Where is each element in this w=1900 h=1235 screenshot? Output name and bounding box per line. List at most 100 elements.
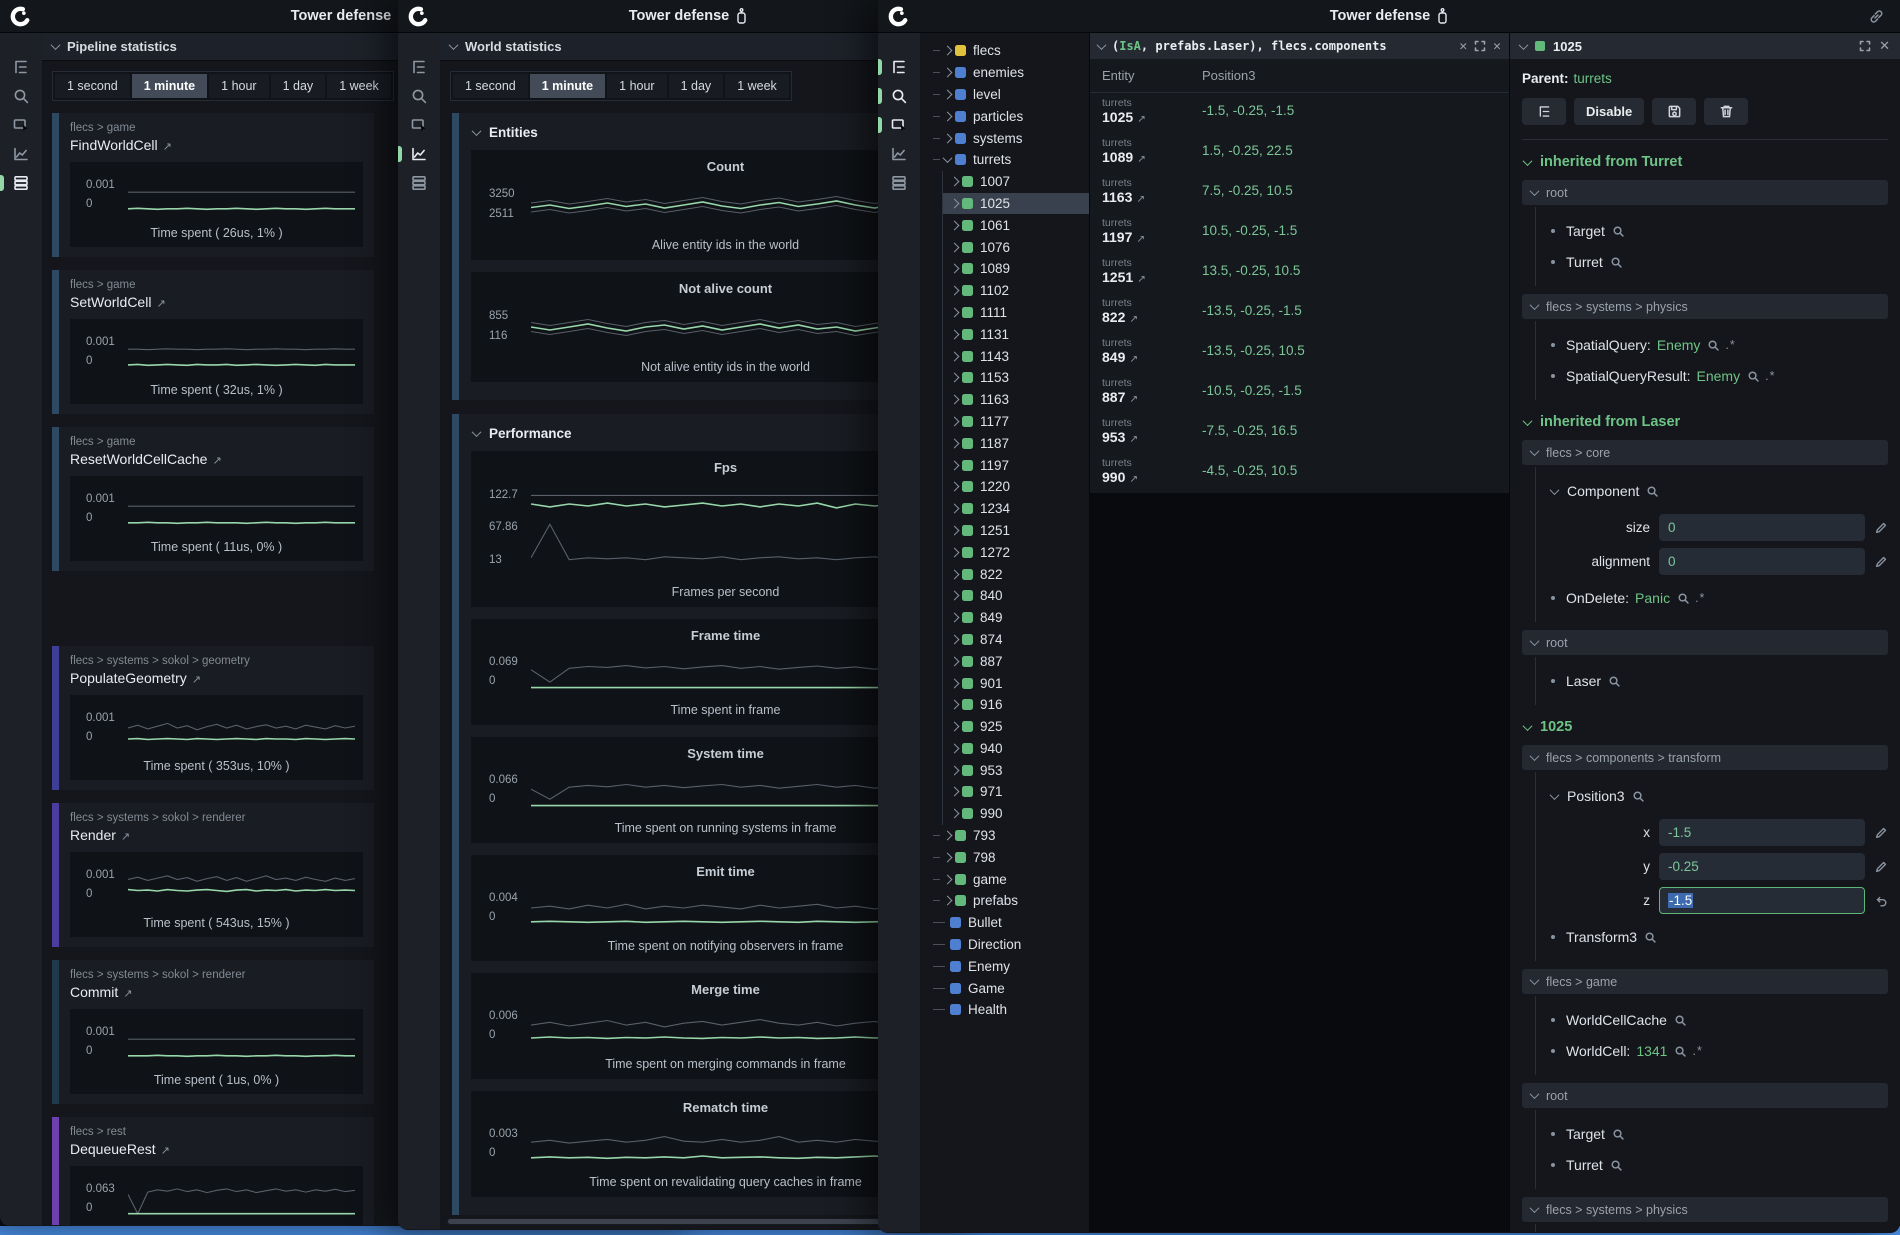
close-icon[interactable]: ✕: [1493, 39, 1501, 54]
sidebar-inspector-icon[interactable]: [0, 110, 42, 139]
field-input-alignment[interactable]: 0: [1659, 548, 1865, 575]
query-result-row[interactable]: turrets822↗-13.5, -0.25, -1.5: [1090, 293, 1509, 333]
tree-item-1220[interactable]: 1220: [943, 476, 1089, 498]
open-link-icon[interactable]: ↗: [163, 141, 172, 153]
expand-chevron-icon[interactable]: [950, 199, 960, 209]
sidebar-search-icon[interactable]: [878, 81, 920, 110]
sidebar-data-icon[interactable]: [878, 168, 920, 197]
field-input-size[interactable]: 0: [1659, 514, 1865, 541]
query-result-row[interactable]: turrets887↗-10.5, -0.25, -1.5: [1090, 373, 1509, 413]
open-link-icon[interactable]: ↗: [1137, 153, 1146, 165]
entity-id-link[interactable]: 1163↗: [1102, 189, 1202, 205]
tab-1-hour[interactable]: 1 hour: [607, 74, 666, 98]
entity-id-link[interactable]: 1025↗: [1102, 109, 1202, 125]
tree-item-971[interactable]: 971: [943, 781, 1089, 803]
component-item-Transform3[interactable]: Transform3: [1551, 929, 1888, 945]
tree-item-1131[interactable]: 1131: [943, 323, 1089, 345]
search-icon[interactable]: [1639, 485, 1659, 498]
open-link-icon[interactable]: ↗: [1136, 193, 1145, 205]
tree-item-925[interactable]: 925: [943, 716, 1089, 738]
open-link-icon[interactable]: ↗: [1129, 393, 1138, 405]
expand-chevron-icon[interactable]: [943, 852, 953, 862]
component-group-root[interactable]: root: [1522, 180, 1888, 205]
field-input-x[interactable]: -1.5: [1659, 819, 1865, 846]
expand-chevron-icon[interactable]: [950, 308, 960, 318]
tree-item-940[interactable]: 940: [943, 738, 1089, 760]
tab-1-second[interactable]: 1 second: [55, 74, 130, 98]
tree-item-level[interactable]: level: [920, 84, 1089, 106]
tree-item-1061[interactable]: 1061: [943, 214, 1089, 236]
component-value-link[interactable]: Enemy: [1697, 368, 1741, 384]
component-value-link[interactable]: Enemy: [1657, 337, 1701, 353]
component-item-WorldCell[interactable]: WorldCell:1341.*: [1551, 1043, 1888, 1059]
tree-item-1234[interactable]: 1234: [943, 498, 1089, 520]
expand-chevron-icon[interactable]: [950, 569, 960, 579]
open-link-icon[interactable]: ↗: [1136, 233, 1145, 245]
expand-chevron-icon[interactable]: [950, 177, 960, 187]
expand-chevron-icon[interactable]: [943, 111, 953, 121]
expand-chevron-icon[interactable]: [950, 722, 960, 732]
expand-chevron-icon[interactable]: [950, 634, 960, 644]
tree-item-901[interactable]: 901: [943, 672, 1089, 694]
tree-item-798[interactable]: 798: [920, 846, 1089, 868]
sidebar-data-icon[interactable]: [398, 168, 440, 197]
tree-item-822[interactable]: 822: [943, 563, 1089, 585]
entity-id-link[interactable]: 822↗: [1102, 309, 1202, 325]
component-group-flecs-components-transform[interactable]: flecs > components > transform: [1522, 745, 1888, 770]
field-input-z[interactable]: -1.5: [1659, 887, 1865, 914]
tree-item-793[interactable]: 793: [920, 825, 1089, 847]
open-link-icon[interactable]: ↗: [212, 455, 221, 467]
system-name[interactable]: SetWorldCell: [70, 294, 151, 310]
search-icon[interactable]: [1667, 1014, 1687, 1027]
system-name[interactable]: ResetWorldCellCache: [70, 451, 207, 467]
tree-item-990[interactable]: 990: [943, 803, 1089, 825]
component-group-root[interactable]: root: [1522, 1083, 1888, 1108]
expand-chevron-icon[interactable]: [950, 329, 960, 339]
sidebar-data-icon[interactable]: [0, 168, 42, 197]
search-icon[interactable]: [1605, 225, 1625, 238]
edit-pencil-icon[interactable]: [1874, 860, 1888, 874]
maximize-icon[interactable]: [1859, 40, 1871, 52]
tree-item-game[interactable]: game: [920, 868, 1089, 890]
search-icon[interactable]: [1625, 790, 1645, 803]
tree-item-Enemy[interactable]: Enemy: [920, 955, 1089, 977]
sidebar-tree-icon[interactable]: [0, 52, 42, 81]
share-link-icon[interactable]: [1868, 8, 1886, 26]
expand-chevron-icon[interactable]: [950, 787, 960, 797]
expand-chevron-icon[interactable]: [950, 460, 960, 470]
tree-item-849[interactable]: 849: [943, 607, 1089, 629]
search-icon[interactable]: [1670, 592, 1690, 605]
tab-1-day[interactable]: 1 day: [669, 74, 724, 98]
tree-item-1251[interactable]: 1251: [943, 520, 1089, 542]
show-in-tree-button[interactable]: [1522, 98, 1566, 125]
entity-id-link[interactable]: 953↗: [1102, 429, 1202, 445]
component-group-flecs-systems-physics[interactable]: flecs > systems > physics: [1522, 1197, 1888, 1222]
tree-item-1025[interactable]: 1025: [943, 193, 1089, 215]
field-input-y[interactable]: -0.25: [1659, 853, 1865, 880]
entity-id-link[interactable]: 887↗: [1102, 389, 1202, 405]
search-icon[interactable]: [1603, 1159, 1623, 1172]
tab-1-second[interactable]: 1 second: [453, 74, 528, 98]
tree-item-systems[interactable]: systems: [920, 127, 1089, 149]
tab-1-week[interactable]: 1 week: [327, 74, 391, 98]
search-icon[interactable]: [1700, 339, 1720, 352]
tree-item-1197[interactable]: 1197: [943, 454, 1089, 476]
system-name[interactable]: FindWorldCell: [70, 137, 158, 153]
edit-pencil-icon[interactable]: [1874, 826, 1888, 840]
tree-item-enemies[interactable]: enemies: [920, 62, 1089, 84]
tree-item-turrets[interactable]: turrets: [920, 149, 1089, 171]
expand-chevron-icon[interactable]: [950, 656, 960, 666]
tab-1-week[interactable]: 1 week: [725, 74, 789, 98]
ref-icon[interactable]: .*: [1725, 338, 1735, 352]
sidebar-stats-icon[interactable]: [0, 139, 42, 168]
expand-chevron-icon[interactable]: [943, 90, 953, 100]
expand-chevron-icon[interactable]: [950, 242, 960, 252]
query-result-row[interactable]: turrets1163↗7.5, -0.25, 10.5: [1090, 173, 1509, 213]
collapse-chevron-icon[interactable]: [1519, 40, 1529, 50]
system-name[interactable]: Commit: [70, 984, 118, 1000]
tab-1-minute[interactable]: 1 minute: [132, 74, 207, 98]
sidebar-inspector-icon[interactable]: [398, 110, 440, 139]
tree-item-1111[interactable]: 1111: [943, 302, 1089, 324]
open-link-icon[interactable]: ↗: [1129, 353, 1138, 365]
search-icon[interactable]: [1601, 675, 1621, 688]
